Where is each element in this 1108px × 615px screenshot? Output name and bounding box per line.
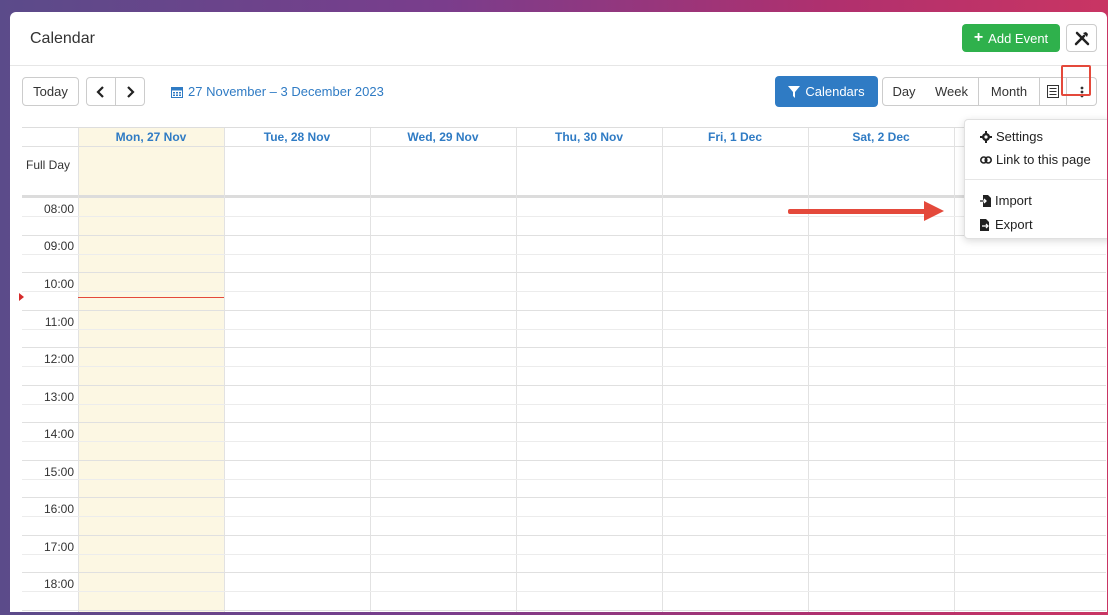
view-month-button[interactable]: Month [979,77,1040,106]
half-hour-line [22,591,1106,592]
calendar-toolbar: Today 27 November – 3 December 2023 Cale… [10,66,1107,110]
hour-line [22,535,1106,536]
menu-item-export-label: Export [995,217,1033,232]
column-divider [808,128,809,612]
week-grid: Mon, 27 Nov Tue, 28 Nov Wed, 29 Nov Thu,… [19,127,1106,612]
day-header-fri[interactable]: Fri, 1 Dec [662,128,808,146]
half-hour-line [22,366,1106,367]
hour-line [22,385,1106,386]
time-label-0800: 08:00 [43,202,74,216]
day-header-mon[interactable]: Mon, 27 Nov [78,128,224,146]
half-hour-line [22,254,1106,255]
calendars-filter-button[interactable]: Calendars [775,76,878,107]
hour-line [22,422,1106,423]
day-header-wed[interactable]: Wed, 29 Nov [370,128,516,146]
half-hour-line [22,329,1106,330]
menu-item-settings[interactable]: Settings [980,129,1043,144]
half-hour-line [22,516,1106,517]
menu-item-link-label: Link to this page [996,152,1091,167]
annotation-arrow-shaft [788,209,930,214]
annotation-arrow-head [924,201,944,221]
column-divider [224,128,225,612]
column-divider [516,128,517,612]
half-hour-line [22,479,1106,480]
time-label-1100: 11:00 [44,315,74,329]
current-time-line [78,297,224,298]
header-divider [22,146,1106,147]
tools-button[interactable] [1066,24,1097,52]
hour-line [22,310,1106,311]
time-label-1200: 12:00 [43,352,74,366]
time-label-1300: 13:00 [43,390,74,404]
page-title: Calendar [30,30,95,47]
today-button[interactable]: Today [22,77,79,106]
hour-line [22,235,1106,236]
day-header-thu[interactable]: Thu, 30 Nov [516,128,662,146]
half-hour-line [22,291,1106,292]
time-label-1400: 14:00 [43,427,74,441]
half-hour-line [22,404,1106,405]
hour-line [22,272,1106,273]
add-event-button[interactable]: + Add Event [962,24,1060,52]
chevron-right-icon [127,85,135,98]
calendars-label: Calendars [805,84,865,99]
filter-icon [788,85,801,98]
tools-icon [1074,31,1089,46]
day-header-sat[interactable]: Sat, 2 Dec [808,128,954,146]
menu-divider [965,179,1107,180]
highlight-box [1061,65,1091,96]
column-divider [370,128,371,612]
time-label-1700: 17:00 [43,540,74,554]
hour-line [22,460,1106,461]
header-bar: Calendar + Add Event [10,12,1107,66]
full-day-label: Full Day [26,158,71,172]
hour-line [22,572,1106,573]
time-label-1000: 10:00 [43,277,74,291]
full-day-divider [22,195,1106,198]
previous-button[interactable] [86,77,116,106]
menu-item-settings-label: Settings [996,129,1043,144]
hour-line [22,610,1106,611]
view-day-button[interactable]: Day [882,77,926,106]
list-icon [1047,85,1059,98]
menu-item-import-label: Import [995,193,1032,208]
date-range-text: 27 November – 3 December 2023 [188,84,384,99]
menu-item-link[interactable]: Link to this page [980,152,1091,167]
date-range-picker[interactable]: 27 November – 3 December 2023 [171,84,384,99]
calendar-icon [171,86,183,98]
plus-icon: + [973,29,984,46]
menu-item-export[interactable]: Export [980,217,1033,232]
time-label-1800: 18:00 [43,577,74,591]
column-divider [662,128,663,612]
today-column [78,128,224,612]
time-label-1600: 16:00 [43,502,74,516]
column-divider [78,128,79,612]
hour-line [22,347,1106,348]
more-options-menu: Settings Link to this page Import Export [964,119,1107,239]
chevron-left-icon [96,85,104,98]
half-hour-line [22,554,1106,555]
add-event-label: Add Event [988,30,1049,46]
time-label-1500: 15:00 [43,465,74,479]
menu-item-import[interactable]: Import [980,193,1032,208]
next-button[interactable] [115,77,145,106]
view-week-button[interactable]: Week [925,77,979,106]
file-import-icon [980,194,991,207]
hour-line [22,497,1106,498]
day-header-tue[interactable]: Tue, 28 Nov [224,128,370,146]
time-label-0900: 09:00 [43,239,74,253]
file-export-icon [980,218,989,231]
gear-icon [980,130,992,143]
calendar-window: Calendar + Add Event Today 27 November –… [10,12,1107,612]
current-time-marker [19,293,24,301]
half-hour-line [22,441,1106,442]
column-divider [954,128,955,612]
link-icon [980,155,992,164]
